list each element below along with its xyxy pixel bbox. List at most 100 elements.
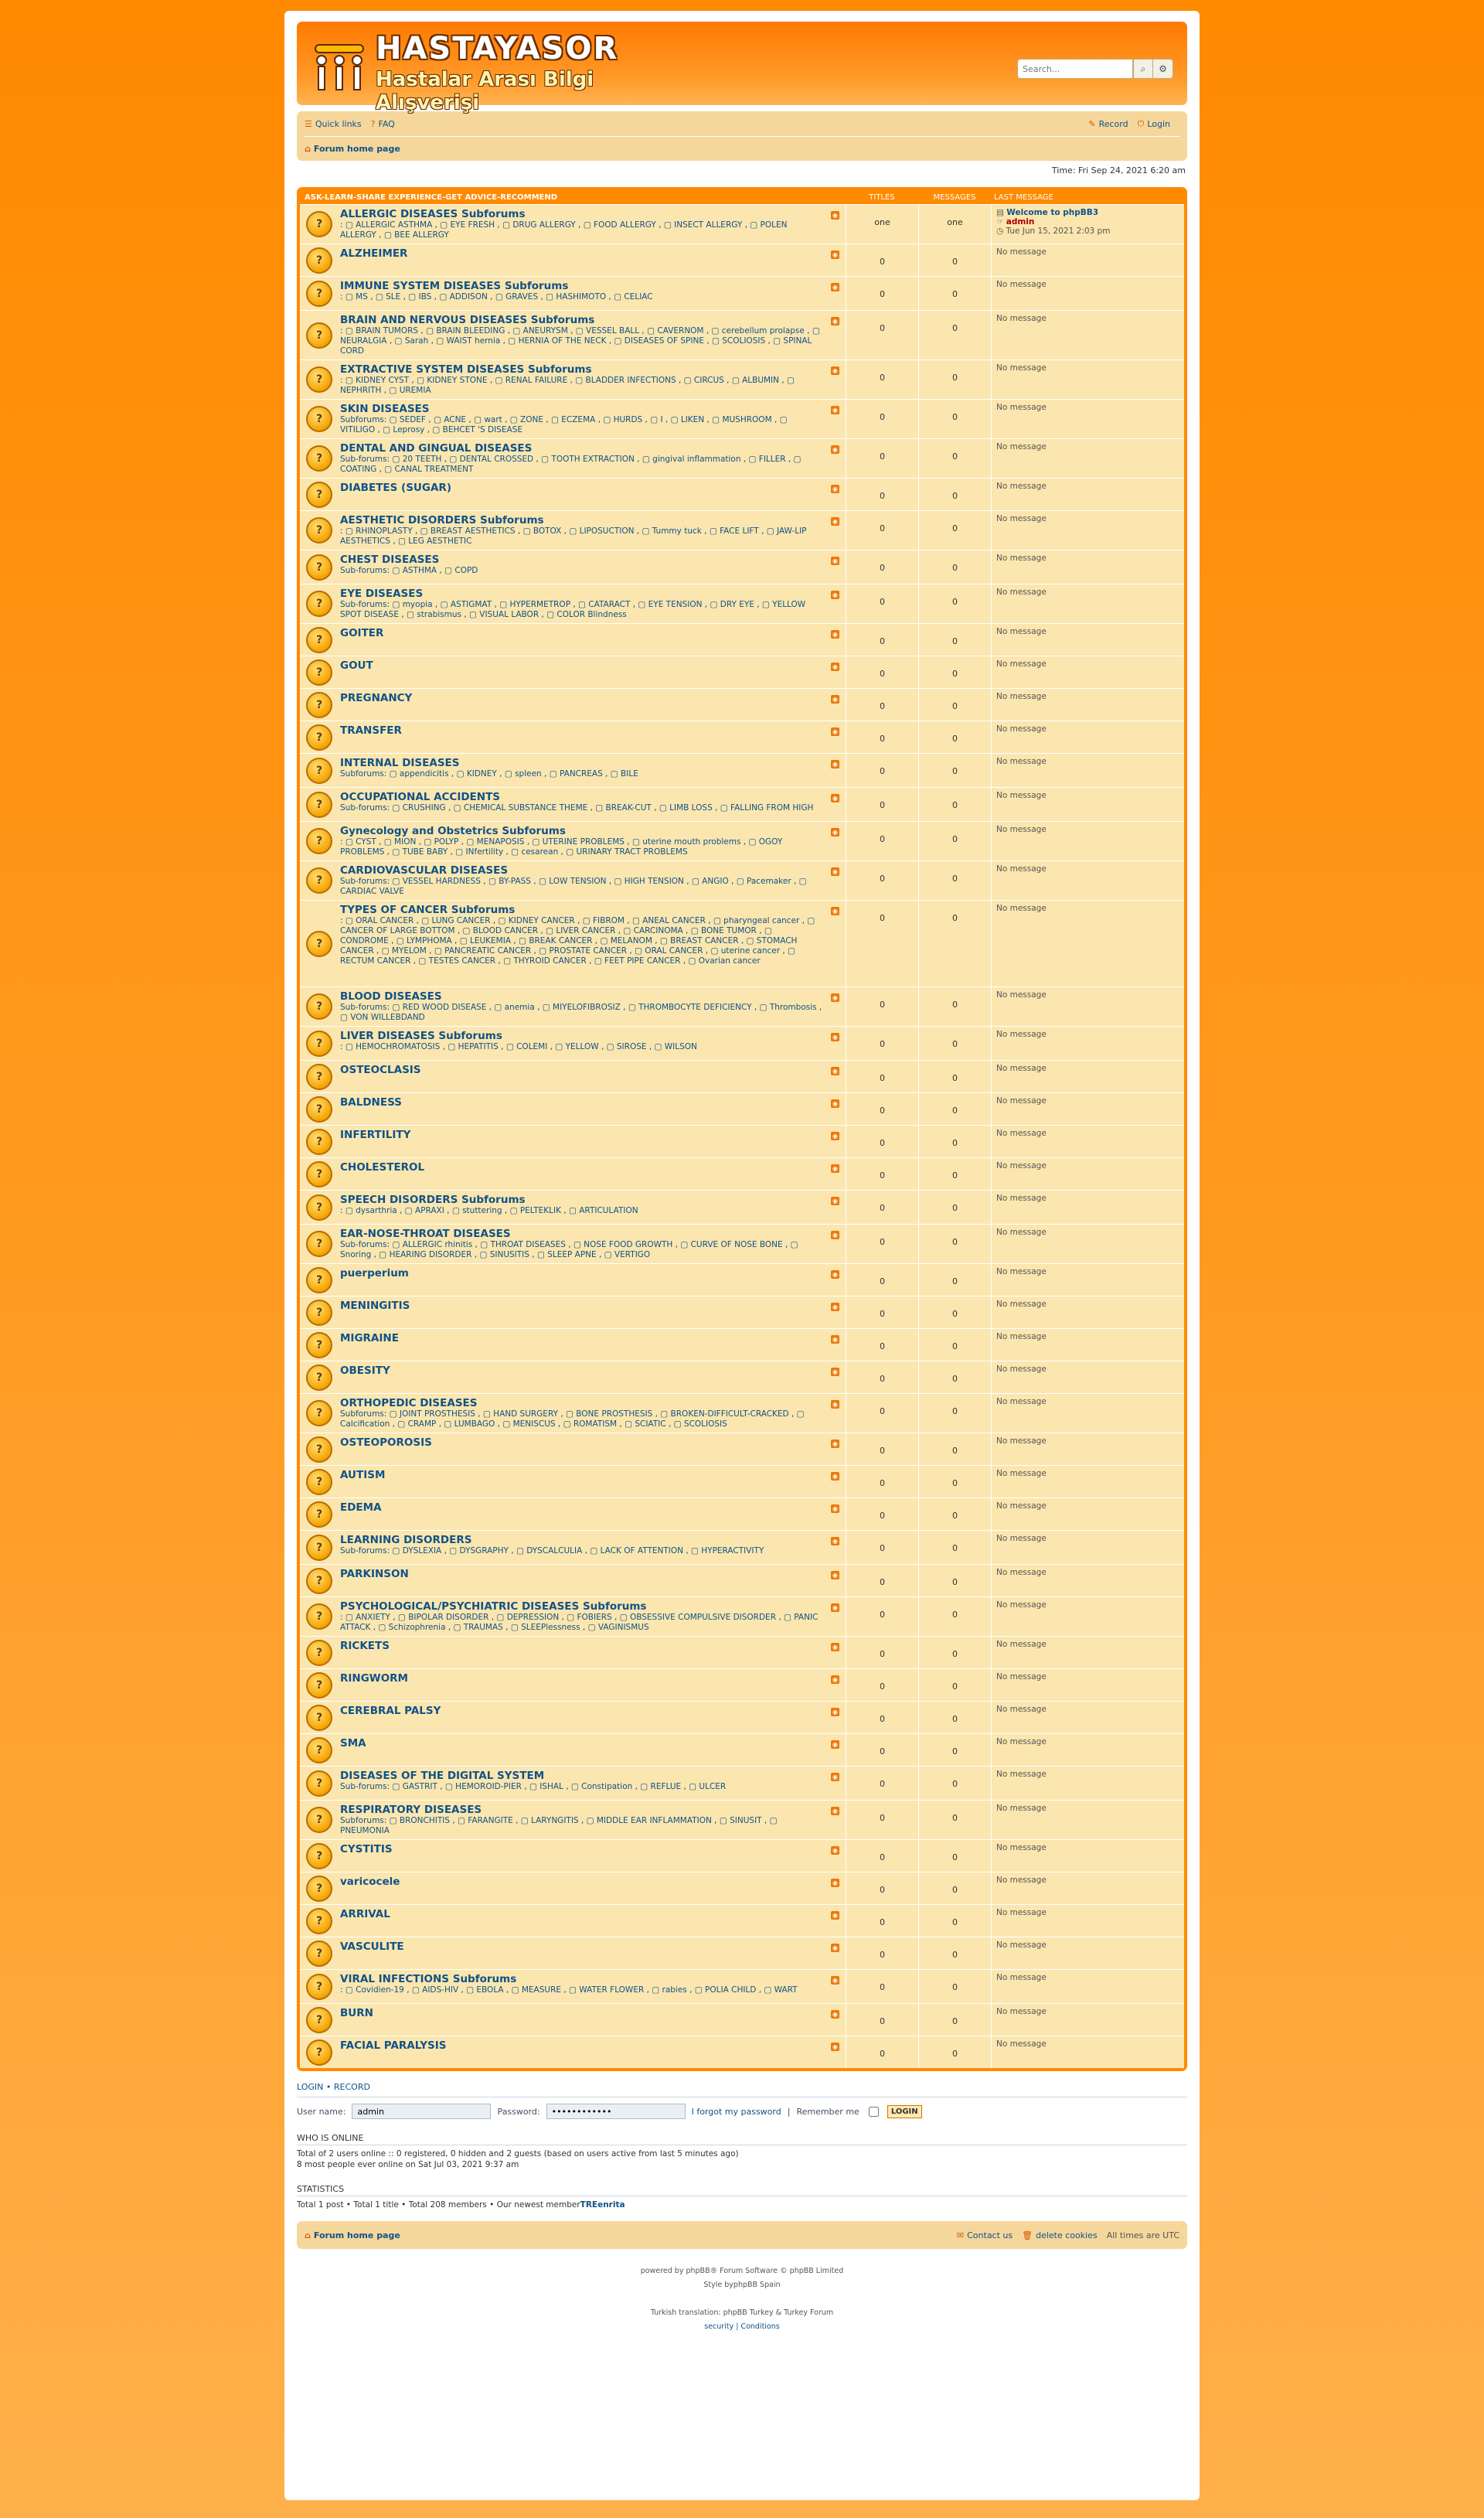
rss-feed-icon[interactable]: ◉ bbox=[831, 1603, 839, 1612]
subforum-list[interactable]: Subforums: ▢ SEDEF , ▢ ACNE , ▢ wart , ▢… bbox=[340, 415, 822, 435]
forum-title-link[interactable]: LEARNING DISORDERS bbox=[340, 1534, 471, 1546]
forum-title-link[interactable]: VASCULITE bbox=[340, 1940, 404, 1953]
remember-me-checkbox[interactable] bbox=[868, 2106, 879, 2117]
forum-title-link[interactable]: DENTAL AND GINGUAL DISEASES bbox=[340, 442, 532, 455]
subforum-list[interactable]: : ▢ ALLERGIC ASTHMA , ▢ EYE FRESH , ▢ DR… bbox=[340, 220, 822, 240]
rss-feed-icon[interactable]: ◉ bbox=[831, 1740, 839, 1749]
last-post-author[interactable]: admin bbox=[1006, 217, 1035, 227]
subforum-list[interactable]: Sub-forums: ▢ CRUSHING , ▢ CHEMICAL SUBS… bbox=[340, 803, 822, 813]
rss-feed-icon[interactable]: ◉ bbox=[831, 250, 839, 259]
subforum-list[interactable]: Sub-forums: ▢ GASTRIT , ▢ HEMOROID-PIER … bbox=[340, 1782, 822, 1792]
subforum-list[interactable]: Sub-forums: ▢ DYSLEXIA , ▢ DYSGRAPHY , ▢… bbox=[340, 1546, 822, 1556]
forum-title-link[interactable]: PREGNANCY bbox=[340, 692, 412, 704]
subforum-list[interactable]: : ▢ ANXIETY , ▢ BIPOLAR DISORDER , ▢ DEP… bbox=[340, 1613, 822, 1633]
subforum-list[interactable]: Sub-forums: ▢ 20 TEETH , ▢ DENTAL CROSSE… bbox=[340, 455, 822, 475]
forum-title-link[interactable]: AUTISM bbox=[340, 1469, 385, 1481]
rss-feed-icon[interactable]: ◉ bbox=[831, 695, 839, 704]
forum-title-link[interactable]: DIABETES (SUGAR) bbox=[340, 482, 451, 494]
forum-title-link[interactable]: SMA bbox=[340, 1737, 366, 1750]
forum-title-link[interactable]: AESTHETIC DISORDERS Subforums bbox=[340, 514, 544, 526]
forum-title-link[interactable]: EAR-NOSE-THROAT DISEASES bbox=[340, 1228, 511, 1240]
login-button[interactable]: LOGIN bbox=[887, 2104, 922, 2118]
forum-title-link[interactable]: BURN bbox=[340, 2007, 373, 2019]
forum-title-link[interactable]: GOUT bbox=[340, 659, 373, 672]
rss-feed-icon[interactable]: ◉ bbox=[831, 1504, 839, 1513]
rss-feed-icon[interactable]: ◉ bbox=[831, 1807, 839, 1815]
subforum-list[interactable]: Sub-forums: ▢ myopia , ▢ ASTIGMAT , ▢ HY… bbox=[340, 600, 822, 620]
rss-feed-icon[interactable]: ◉ bbox=[831, 211, 839, 220]
record-link-bottom[interactable]: RECORD bbox=[334, 2082, 370, 2092]
forum-title-link[interactable]: PSYCHOLOGICAL/PSYCHIATRIC DISEASES Subfo… bbox=[340, 1600, 646, 1613]
search-input[interactable] bbox=[1017, 59, 1133, 79]
rss-feed-icon[interactable]: ◉ bbox=[831, 1472, 839, 1480]
rss-feed-icon[interactable]: ◉ bbox=[831, 630, 839, 639]
rss-feed-icon[interactable]: ◉ bbox=[831, 1303, 839, 1311]
forum-title-link[interactable]: FACIAL PARALYSIS bbox=[340, 2039, 447, 2052]
forum-title-link[interactable]: DISEASES OF THE DIGITAL SYSTEM bbox=[340, 1770, 544, 1782]
rss-feed-icon[interactable]: ◉ bbox=[831, 1675, 839, 1684]
password-input[interactable] bbox=[546, 2104, 686, 2119]
rss-feed-icon[interactable]: ◉ bbox=[831, 1270, 839, 1279]
forum-title-link[interactable]: puerperium bbox=[340, 1267, 409, 1279]
forum-title-link[interactable]: EYE DISEASES bbox=[340, 588, 423, 600]
forum-title-link[interactable]: RESPIRATORY DISEASES bbox=[340, 1804, 482, 1816]
forum-title-link[interactable]: BALDNESS bbox=[340, 1096, 402, 1109]
rss-feed-icon[interactable]: ◉ bbox=[831, 794, 839, 802]
rss-feed-icon[interactable]: ◉ bbox=[831, 993, 839, 1002]
forum-title-link[interactable]: Gynecology and Obstetrics Subforums bbox=[340, 825, 566, 837]
forum-title-link[interactable]: PARKINSON bbox=[340, 1568, 409, 1580]
forum-title-link[interactable]: TRANSFER bbox=[340, 724, 402, 737]
forum-title-link[interactable]: VIRAL INFECTIONS Subforums bbox=[340, 1973, 516, 1985]
forum-title-link[interactable]: SKIN DISEASES bbox=[340, 403, 430, 415]
forum-title-link[interactable]: IMMUNE SYSTEM DISEASES Subforums bbox=[340, 280, 568, 292]
forum-title-link[interactable]: RICKETS bbox=[340, 1640, 390, 1652]
forum-title-link[interactable]: GOITER bbox=[340, 627, 383, 639]
forgot-password-link[interactable]: I forgot my password bbox=[692, 2107, 781, 2117]
forum-title-link[interactable]: EDEMA bbox=[340, 1501, 382, 1514]
forum-title-link[interactable]: CARDIOVASCULAR DISEASES bbox=[340, 864, 508, 877]
rss-feed-icon[interactable]: ◉ bbox=[831, 1708, 839, 1716]
forum-title-link[interactable]: SPEECH DISORDERS Subforums bbox=[340, 1194, 526, 1206]
faq-link[interactable]: ? FAQ bbox=[371, 119, 395, 129]
subforum-list[interactable]: : ▢ KIDNEY CYST , ▢ KIDNEY STONE , ▢ REN… bbox=[340, 376, 822, 396]
rss-feed-icon[interactable]: ◉ bbox=[831, 1033, 839, 1041]
newest-member-link[interactable]: TREenrita bbox=[580, 2200, 625, 2210]
subforum-list[interactable]: Sub-forums: ▢ VESSEL HARDNESS , ▢ BY-PAS… bbox=[340, 877, 822, 897]
forum-title-link[interactable]: varicocele bbox=[340, 1876, 400, 1888]
rss-feed-icon[interactable]: ◉ bbox=[831, 1231, 839, 1239]
subforum-list[interactable]: Subforums: ▢ JOINT PROSTHESIS , ▢ HAND S… bbox=[340, 1409, 822, 1429]
rss-feed-icon[interactable]: ◉ bbox=[831, 317, 839, 325]
register-link[interactable]: ✎ Record bbox=[1088, 119, 1128, 129]
rss-feed-icon[interactable]: ◉ bbox=[831, 1164, 839, 1173]
forum-title-link[interactable]: OCCUPATIONAL ACCIDENTS bbox=[340, 791, 500, 803]
rss-feed-icon[interactable]: ◉ bbox=[831, 760, 839, 768]
advanced-search-button[interactable]: ⚙ bbox=[1153, 59, 1173, 79]
rss-feed-icon[interactable]: ◉ bbox=[831, 557, 839, 565]
subforum-list[interactable]: Sub-forums: ▢ RED WOOD DISEASE , ▢ anemi… bbox=[340, 1003, 822, 1023]
rss-feed-icon[interactable]: ◉ bbox=[831, 1976, 839, 1985]
rss-feed-icon[interactable]: ◉ bbox=[831, 1368, 839, 1376]
contact-link[interactable]: ✉ Contact us bbox=[957, 2230, 1013, 2240]
forum-title-link[interactable]: CEREBRAL PALSY bbox=[340, 1705, 441, 1717]
username-input[interactable] bbox=[352, 2104, 492, 2119]
rss-feed-icon[interactable]: ◉ bbox=[831, 283, 839, 291]
forum-title-link[interactable]: OBESITY bbox=[340, 1365, 390, 1377]
forum-title-link[interactable]: TYPES OF CANCER Subforums bbox=[340, 904, 515, 916]
rss-feed-icon[interactable]: ◉ bbox=[831, 1773, 839, 1781]
forum-title-link[interactable]: MIGRAINE bbox=[340, 1332, 399, 1344]
rss-feed-icon[interactable]: ◉ bbox=[831, 1197, 839, 1205]
forum-title-link[interactable]: CHEST DISEASES bbox=[340, 554, 439, 566]
subforum-list[interactable]: : ▢ Covidien-19 , ▢ AIDS-HIV , ▢ EBOLA ,… bbox=[340, 1985, 822, 1995]
subforum-list[interactable]: : ▢ BRAIN TUMORS , ▢ BRAIN BLEEDING , ▢ … bbox=[340, 326, 822, 356]
rss-feed-icon[interactable]: ◉ bbox=[831, 1440, 839, 1448]
forum-title-link[interactable]: ALLERGIC DISEASES Subforums bbox=[340, 208, 526, 220]
rss-feed-icon[interactable]: ◉ bbox=[831, 1400, 839, 1409]
rss-feed-icon[interactable]: ◉ bbox=[831, 1067, 839, 1075]
forum-title-link[interactable]: RINGWORM bbox=[340, 1672, 408, 1685]
rss-feed-icon[interactable]: ◉ bbox=[831, 445, 839, 454]
forum-title-link[interactable]: CYSTITIS bbox=[340, 1843, 393, 1855]
last-post-link[interactable]: Welcome to phpBB3 bbox=[1006, 208, 1098, 217]
subforum-list[interactable]: : ▢ MS , ▢ SLE , ▢ IBS , ▢ ADDISON , ▢ G… bbox=[340, 292, 822, 302]
subforum-list[interactable]: : ▢ HEMOCHROMATOSIS , ▢ HEPATITIS , ▢ CO… bbox=[340, 1042, 822, 1052]
rss-feed-icon[interactable]: ◉ bbox=[831, 1571, 839, 1579]
